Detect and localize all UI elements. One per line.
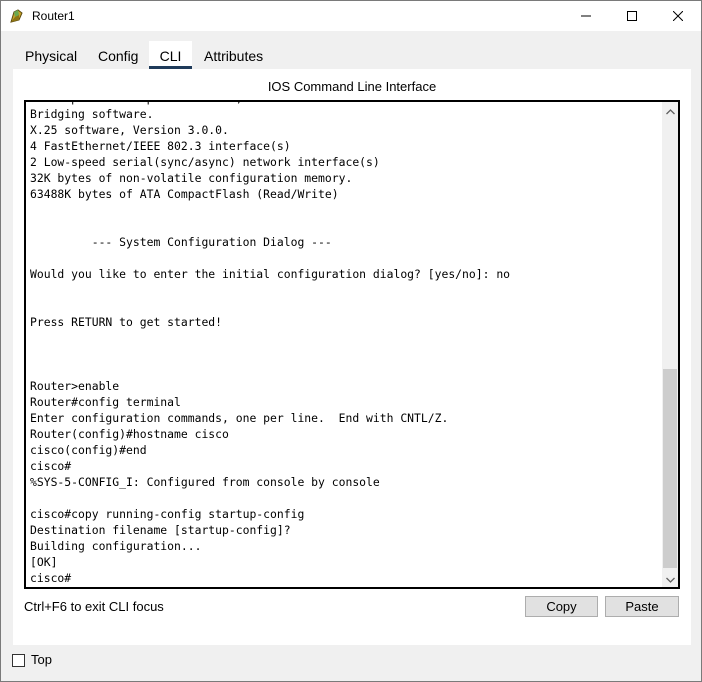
close-button[interactable] bbox=[655, 1, 701, 31]
minimize-icon bbox=[581, 9, 591, 24]
title-bar[interactable]: Router1 bbox=[1, 1, 701, 31]
window-title: Router1 bbox=[32, 9, 75, 23]
tab-cli[interactable]: CLI bbox=[149, 41, 192, 69]
close-icon bbox=[672, 9, 684, 24]
top-checkbox[interactable] bbox=[12, 654, 25, 667]
scroll-down-button[interactable] bbox=[662, 570, 678, 587]
console-scrollbar[interactable] bbox=[662, 102, 678, 587]
chevron-down-icon bbox=[665, 571, 675, 586]
minimize-button[interactable] bbox=[563, 1, 609, 31]
top-checkbox-label: Top bbox=[31, 652, 52, 667]
tab-cli-label: CLI bbox=[159, 48, 182, 64]
tab-bar: Physical Config CLI Attributes bbox=[13, 41, 689, 69]
maximize-button[interactable] bbox=[609, 1, 655, 31]
router-window: Router1 Physical Config CLI Attributes I… bbox=[0, 0, 702, 682]
maximize-icon bbox=[627, 9, 637, 24]
router-app-icon bbox=[9, 8, 25, 24]
tab-attributes[interactable]: Attributes bbox=[204, 41, 263, 69]
cli-heading: IOS Command Line Interface bbox=[267, 79, 437, 94]
scroll-thumb[interactable] bbox=[663, 369, 677, 568]
cli-focus-hint: Ctrl+F6 to exit CLI focus bbox=[24, 599, 164, 614]
cli-panel: IOS Command Line Interface Cisco process… bbox=[13, 69, 691, 645]
console-output[interactable]: Cisco processor: part number 0, mask 01 … bbox=[30, 102, 660, 586]
paste-button[interactable]: Paste bbox=[605, 596, 679, 617]
copy-button[interactable]: Copy bbox=[525, 596, 598, 617]
scroll-up-button[interactable] bbox=[662, 102, 678, 119]
tab-physical[interactable]: Physical bbox=[25, 41, 77, 69]
chevron-up-icon bbox=[665, 103, 675, 118]
cli-console[interactable]: Cisco processor: part number 0, mask 01 … bbox=[24, 100, 680, 589]
tab-config[interactable]: Config bbox=[98, 41, 138, 69]
